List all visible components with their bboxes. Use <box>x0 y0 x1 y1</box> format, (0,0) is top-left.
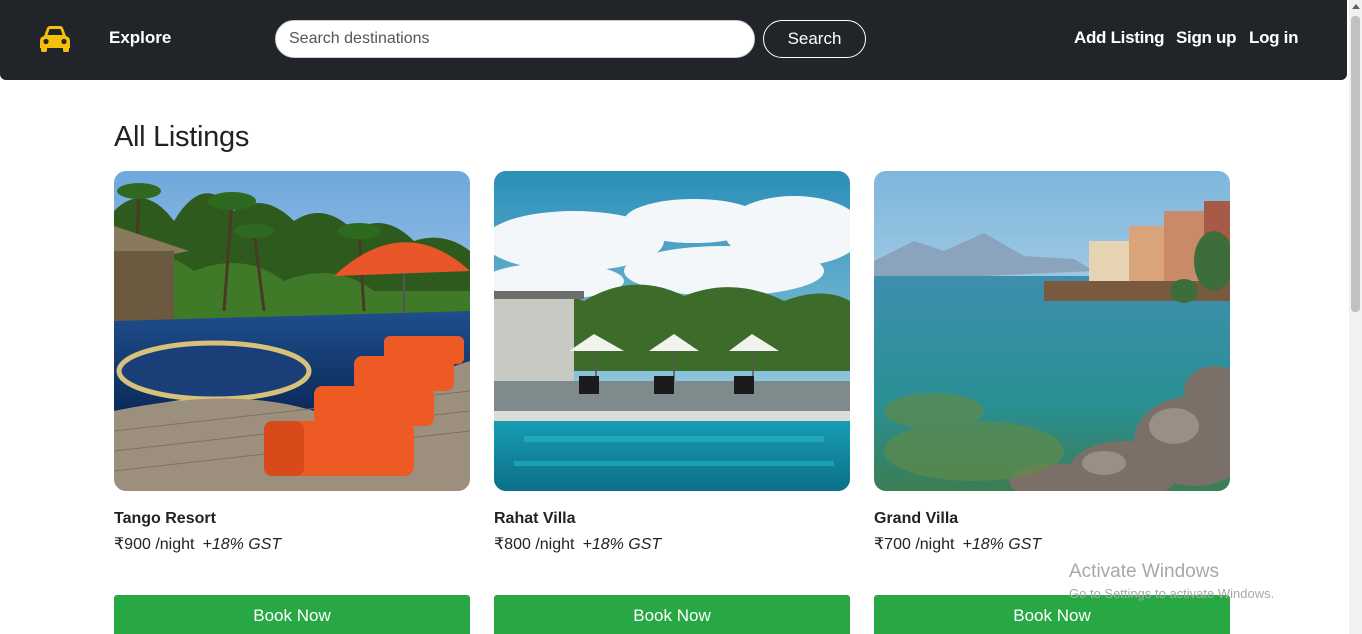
page-title: All Listings <box>114 121 250 153</box>
listing-title[interactable]: Tango Resort <box>114 510 216 528</box>
listing-card[interactable]: Rahat Villa ₹800 /night +18% GST Book Now <box>494 171 850 634</box>
gst-note: +18% GST <box>202 536 282 553</box>
listing-price: ₹900 /night +18% GST <box>114 534 281 554</box>
activate-windows-watermark: Activate Windows Go to Settings to activ… <box>1069 561 1274 601</box>
gst-note: +18% GST <box>962 536 1042 553</box>
scroll-up-arrow-icon[interactable] <box>1352 4 1360 9</box>
book-now-button[interactable]: Book Now <box>114 595 470 634</box>
nav-signup-link[interactable]: Sign up <box>1176 28 1237 48</box>
scrollbar-thumb[interactable] <box>1351 16 1360 312</box>
gst-note: +18% GST <box>582 536 662 553</box>
price-per-night: ₹900 /night <box>114 536 195 553</box>
watermark-subtitle: Go to Settings to activate Windows. <box>1069 586 1275 601</box>
listing-image[interactable] <box>494 171 850 491</box>
navbar: Explore Search Add Listing Sign up Log i… <box>0 0 1347 80</box>
price-per-night: ₹700 /night <box>874 536 955 553</box>
listing-title[interactable]: Grand Villa <box>874 510 958 528</box>
car-icon[interactable] <box>38 24 72 54</box>
nav-add-listing-link[interactable]: Add Listing <box>1074 28 1164 48</box>
nav-explore-link[interactable]: Explore <box>109 28 171 48</box>
book-now-button[interactable]: Book Now <box>494 595 850 634</box>
listing-image[interactable] <box>874 171 1230 491</box>
listing-price: ₹800 /night +18% GST <box>494 534 661 554</box>
price-per-night: ₹800 /night <box>494 536 575 553</box>
listing-title[interactable]: Rahat Villa <box>494 510 576 528</box>
search-input[interactable] <box>275 20 755 58</box>
nav-login-link[interactable]: Log in <box>1249 28 1298 48</box>
watermark-title: Activate Windows <box>1069 561 1219 582</box>
listing-card[interactable]: Tango Resort ₹900 /night +18% GST Book No… <box>114 171 470 634</box>
listing-image[interactable] <box>114 171 470 491</box>
search-button[interactable]: Search <box>763 20 866 58</box>
listing-card[interactable]: Grand Villa ₹700 /night +18% GST Book Now <box>874 171 1230 634</box>
listing-price: ₹700 /night +18% GST <box>874 534 1041 554</box>
